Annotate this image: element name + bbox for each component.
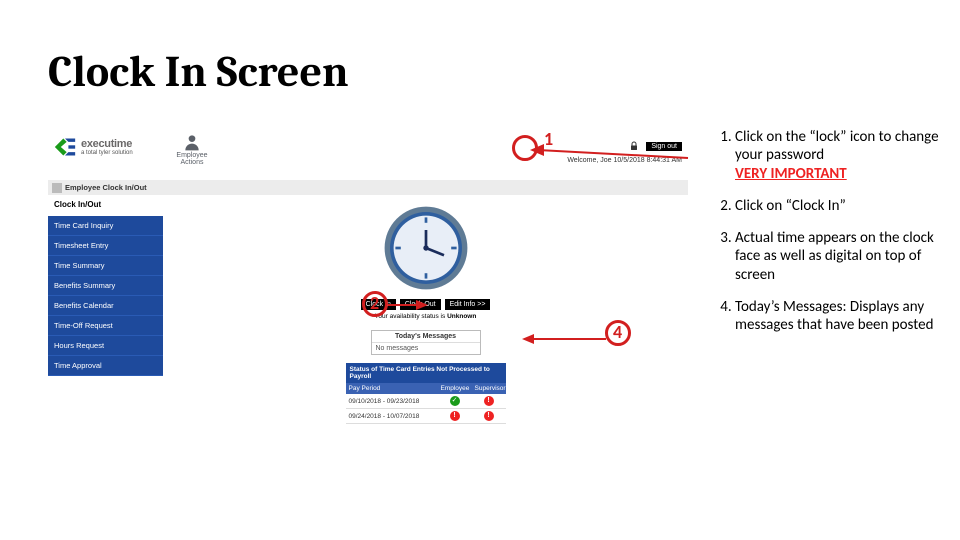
instruction-1-emphasis: VERY IMPORTANT [735,165,847,183]
breadcrumb: Employee Clock In/Out [48,180,688,195]
app-screenshot: executime a total tyler solution Employe… [48,130,688,500]
clock-face [381,203,471,293]
instruction-2: Click on “Clock In” [735,197,945,215]
sidebar-item-time-summary[interactable]: Time Summary [48,256,163,276]
edit-info-button[interactable]: Edit Info >> [445,299,491,310]
status-col-employee: Employee [438,383,472,394]
availability-text: Your availability status is Unknown [375,313,477,320]
status-col-payperiod: Pay Period [346,383,438,394]
logo: executime a total tyler solution [48,130,163,158]
alert-icon: ! [450,411,460,421]
instruction-3: Actual time appears on the clock face as… [735,229,945,284]
callout-number-2: 2 [370,292,379,314]
sidebar-item-benefits-calendar[interactable]: Benefits Calendar [48,296,163,316]
sidebar-item-timesheet-entry[interactable]: Timesheet Entry [48,236,163,256]
main-panel: Clock In Clock Out Edit Info >> Your ava… [163,195,688,424]
app-header: executime a total tyler solution Employe… [48,130,688,180]
lock-icon[interactable] [626,138,642,154]
clock-out-button[interactable]: Clock Out [400,299,441,310]
status-table: Status of Time Card Entries Not Processe… [346,363,506,424]
breadcrumb-icon [52,183,62,193]
status-col-supervisor: Supervisor [472,383,506,394]
availability-status: Unknown [447,313,476,320]
sidebar: Clock In/Out Time Card Inquiry Timesheet… [48,195,163,424]
sidebar-item-time-approval[interactable]: Time Approval [48,356,163,376]
employee-actions-button[interactable]: Employee Actions [163,130,221,167]
sidebar-item-time-card-inquiry[interactable]: Time Card Inquiry [48,216,163,236]
todays-messages-heading: Today's Messages [372,331,480,342]
alert-icon: ! [484,411,494,421]
instructions-list: Click on the “lock” icon to change your … [715,128,945,349]
slide-title: Clock In Screen [48,46,349,97]
status-header-row: Pay Period Employee Supervisor [346,383,506,394]
employee-actions-label-2: Actions [163,159,221,166]
breadcrumb-label: Employee Clock In/Out [65,183,147,192]
person-icon [182,132,202,152]
sidebar-item-time-off-request[interactable]: Time-Off Request [48,316,163,336]
logo-mark-icon [52,136,78,158]
callout-number-4: 4 [613,321,622,343]
alert-icon: ! [484,396,494,406]
status-period: 09/10/2018 - 09/23/2018 [346,396,438,407]
sign-out-button[interactable]: Sign out [646,142,682,151]
welcome-text: Welcome, Joe 10/5/2018 8:44:31 AM [567,157,682,164]
table-row: 09/10/2018 - 09/23/2018 ✓ ! [346,394,506,409]
employee-actions-label-1: Employee [163,152,221,159]
callout-number-1: 1 [544,128,553,150]
check-icon: ✓ [450,396,460,406]
instruction-4: Today’s Messages: Displays any messages … [735,298,945,335]
sidebar-item-hours-request[interactable]: Hours Request [48,336,163,356]
table-row: 09/24/2018 - 10/07/2018 ! ! [346,409,506,424]
logo-text: executime [81,138,133,150]
todays-messages-panel: Today's Messages No messages [371,330,481,355]
todays-messages-empty: No messages [372,342,480,354]
status-caption: Status of Time Card Entries Not Processe… [346,363,506,383]
status-period: 09/24/2018 - 10/07/2018 [346,411,438,422]
sidebar-item-benefits-summary[interactable]: Benefits Summary [48,276,163,296]
logo-tagline: a total tyler solution [81,150,133,156]
instruction-1: Click on the “lock” icon to change your … [735,128,945,183]
sidebar-heading[interactable]: Clock In/Out [48,195,163,216]
